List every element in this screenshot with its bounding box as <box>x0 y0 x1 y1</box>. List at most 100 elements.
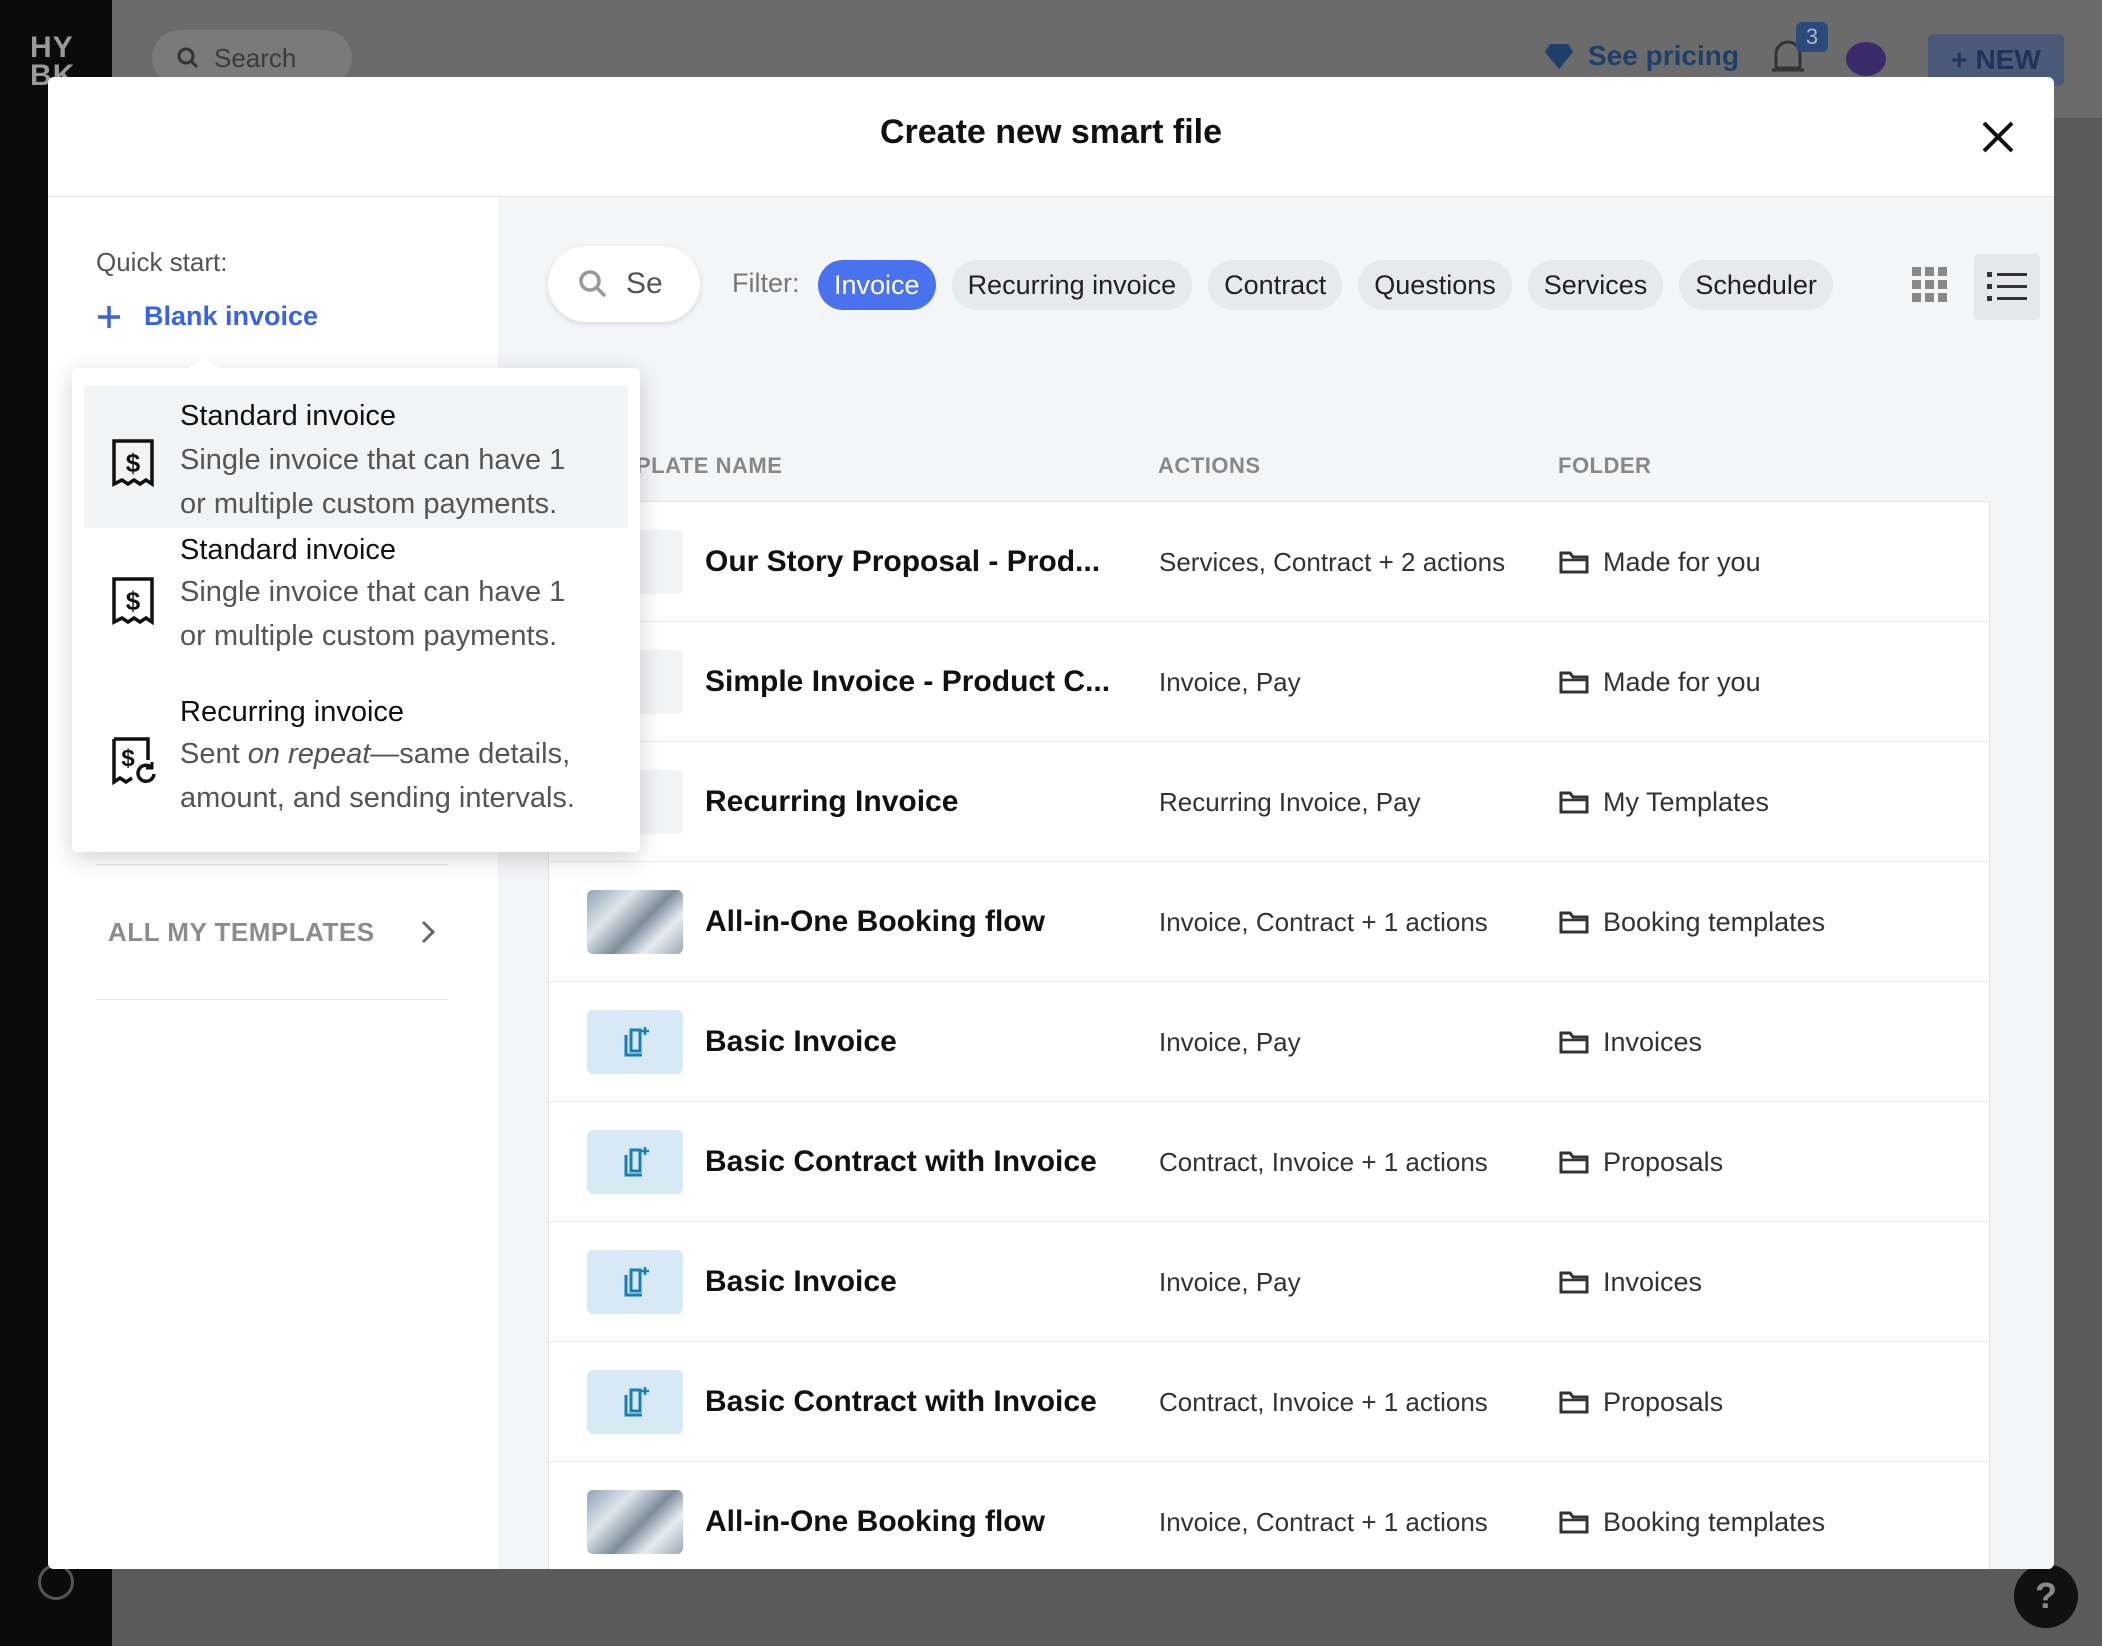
settings-icon[interactable] <box>38 1564 74 1600</box>
see-pricing-link[interactable]: See pricing <box>1544 40 1739 72</box>
template-search[interactable] <box>548 246 700 322</box>
avatar[interactable] <box>1846 42 1886 76</box>
folder-name: Made for you <box>1603 666 1761 697</box>
template-folder: Proposals <box>1559 1102 1723 1222</box>
template-actions: Contract, Invoice + 1 actions <box>1159 1147 1488 1177</box>
template-folder: Booking templates <box>1559 862 1825 982</box>
filter-chip-invoice[interactable]: Invoice <box>818 260 936 310</box>
template-thumbnail <box>587 1250 683 1314</box>
blank-invoice-label: Blank invoice <box>144 301 319 331</box>
dropdown-item-desc-line2: or multiple custom payments. <box>180 488 558 520</box>
template-name: Recurring Invoice <box>705 785 959 818</box>
table-row[interactable]: Recurring Invoice Recurring Invoice, Pay M… <box>549 742 1989 862</box>
template-thumbnail <box>587 1370 683 1434</box>
folder-name: Invoices <box>1603 1266 1703 1297</box>
dropdown-item-title: Recurring invoice <box>180 696 405 728</box>
folder-name: Made for you <box>1603 546 1761 577</box>
column-header-template-name[interactable]: PLATE NAME <box>636 453 782 479</box>
table-row[interactable]: Basic Invoice Invoice, Pay Invoices <box>549 982 1989 1102</box>
folder-icon <box>1559 1391 1589 1414</box>
diamond-icon <box>1545 44 1573 69</box>
filter-chip-questions[interactable]: Questions <box>1358 260 1512 310</box>
filter-chip-scheduler[interactable]: Scheduler <box>1679 260 1833 310</box>
dropdown-item-standard-invoice[interactable]: $ Standard invoice Single invoice that c… <box>84 386 628 528</box>
smart-template-icon <box>624 1147 649 1177</box>
filter-chip-services[interactable]: Services <box>1527 260 1664 310</box>
help-button[interactable]: ? <box>2014 1564 2078 1628</box>
template-name: Our Story Proposal - Prod... <box>705 545 1101 578</box>
table-row[interactable]: Our Story Proposal - Prod... Services, Co… <box>549 502 1989 622</box>
close-icon[interactable] <box>1978 117 2018 157</box>
template-folder: My Templates <box>1559 742 1769 862</box>
dropdown-item-title: Standard invoice <box>180 534 397 566</box>
invoice-dollar-icon: $ <box>112 439 154 488</box>
template-name: All-in-One Booking flow <box>705 1505 1045 1538</box>
template-actions: Contract, Invoice + 1 actions <box>1159 1387 1488 1417</box>
smart-template-icon <box>624 1267 649 1297</box>
filter-label: Filter: <box>732 268 800 298</box>
template-actions: Invoice, Contract + 1 actions <box>1159 907 1488 937</box>
folder-name: Invoices <box>1603 1026 1703 1057</box>
template-actions: Invoice, Contract + 1 actions <box>1159 1507 1488 1537</box>
template-folder: Invoices <box>1559 1222 1702 1342</box>
blank-invoice-button[interactable]: Blank invoice <box>96 301 318 332</box>
dropdown-item-desc-line1: Single invoice that can have 1 <box>180 444 566 476</box>
search-icon <box>177 47 199 69</box>
dropdown-item-desc-line1: Sent on repeat—same details, <box>180 732 620 776</box>
template-thumbnail <box>587 1010 683 1074</box>
template-search-input[interactable] <box>626 267 666 301</box>
column-header-folder[interactable]: FOLDER <box>1558 453 1651 479</box>
folder-name: Booking templates <box>1603 906 1826 937</box>
template-folder: Made for you <box>1559 502 1761 622</box>
filter-chips: Invoice Recurring invoice Contract Quest… <box>818 260 1833 310</box>
folder-icon <box>1559 791 1589 814</box>
folder-name: Booking templates <box>1603 1506 1826 1537</box>
template-folder: Made for you <box>1559 622 1761 742</box>
table-row[interactable]: Basic Contract with Invoice Contract, Inv… <box>549 1342 1989 1462</box>
table-row[interactable]: Basic Contract with Invoice Contract, Inv… <box>549 1102 1989 1222</box>
template-name: All-in-One Booking flow <box>705 905 1045 938</box>
see-pricing-label: See pricing <box>1588 40 1739 71</box>
svg-text:$: $ <box>126 586 141 616</box>
blank-invoice-dropdown: $ Standard invoice Single invoice that c… <box>72 353 640 852</box>
chevron-right-icon <box>421 920 436 944</box>
table-row[interactable]: Basic Invoice Invoice, Pay Invoices <box>549 1222 1989 1342</box>
filter-chip-recurring-invoice[interactable]: Recurring invoice <box>951 260 1193 310</box>
desc-emphasis: on repeat <box>247 738 371 770</box>
template-actions: Recurring Invoice, Pay <box>1159 787 1421 817</box>
table-row[interactable]: All-in-One Booking flow Invoice, Contract… <box>549 862 1989 982</box>
list-view-icon <box>1987 272 2027 301</box>
smart-template-icon <box>624 1027 649 1057</box>
folder-icon <box>1559 1271 1589 1294</box>
desc-suffix: —same details, <box>370 738 571 770</box>
template-thumbnail <box>587 1130 683 1194</box>
table-row[interactable]: Simple Invoice - Product C... Invoice, Pa… <box>549 622 1989 742</box>
search-icon <box>579 270 607 298</box>
folder-icon <box>1559 551 1589 574</box>
template-folder: Invoices <box>1559 982 1702 1102</box>
new-button-label: NEW <box>1975 44 2041 75</box>
template-name: Basic Invoice <box>705 1265 897 1298</box>
folder-name: Proposals <box>1603 1146 1724 1177</box>
list-view-button[interactable] <box>1974 254 2040 320</box>
template-actions: Services, Contract + 2 actions <box>1159 547 1506 577</box>
templates-table: Our Story Proposal - Prod... Services, Co… <box>548 501 1990 1569</box>
all-my-templates-label: ALL MY TEMPLATES <box>108 916 375 947</box>
plus-icon <box>98 305 120 328</box>
folder-icon <box>1559 911 1589 934</box>
template-folder: Booking templates <box>1559 1462 1825 1569</box>
column-header-actions[interactable]: ACTIONS <box>1158 453 1261 479</box>
filter-chip-contract[interactable]: Contract <box>1208 260 1343 310</box>
svg-text:$: $ <box>121 745 135 772</box>
all-my-templates-link[interactable]: ALL MY TEMPLATES <box>96 864 448 1000</box>
dropdown-item-title: Standard invoice <box>180 400 397 432</box>
dropdown-item-recurring-invoice[interactable]: $ Recurring invoice Sent on repeat—same … <box>84 688 628 838</box>
table-row[interactable]: All-in-One Booking flow Invoice, Contract… <box>549 1462 1989 1569</box>
modal-header: Create new smart file <box>48 77 2054 197</box>
grid-view-icon[interactable] <box>1908 263 1952 307</box>
folder-name: Proposals <box>1603 1386 1724 1417</box>
template-name: Basic Invoice <box>705 1025 897 1058</box>
template-actions: Invoice, Pay <box>1159 1267 1301 1297</box>
table-header: PLATE NAME ACTIONS FOLDER <box>548 453 1990 493</box>
dropdown-item-standard-invoice[interactable]: $ Standard invoice Single invoice that c… <box>84 528 628 668</box>
